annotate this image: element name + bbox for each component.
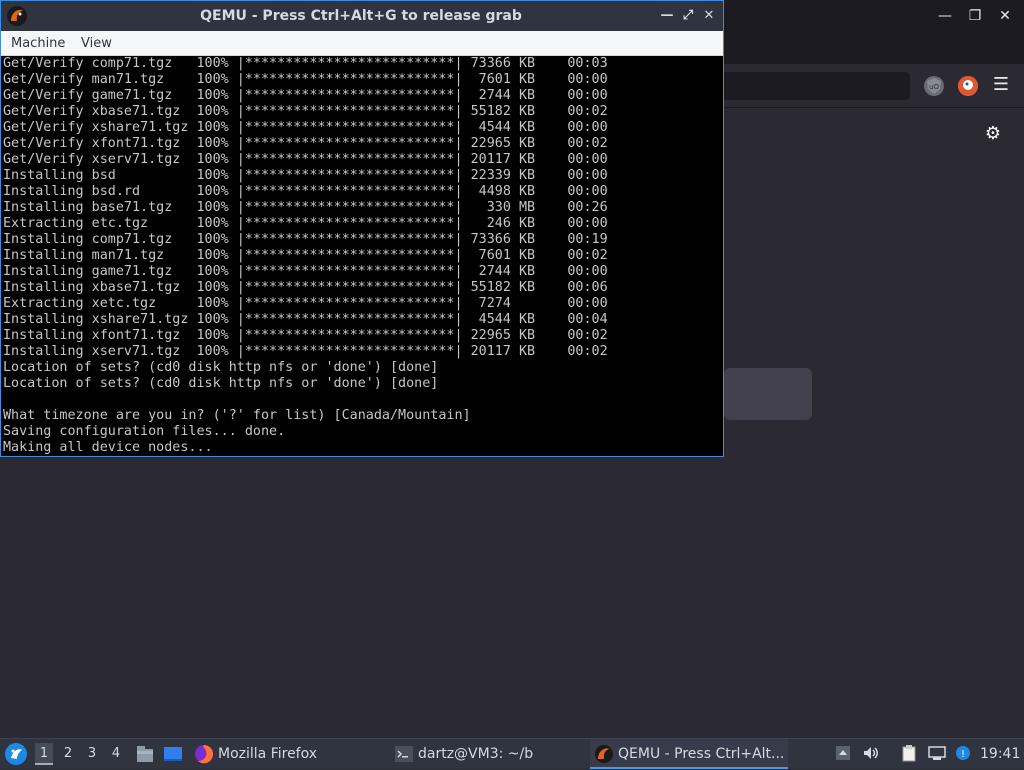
menu-machine[interactable]: Machine — [9, 31, 67, 56]
close-icon[interactable]: ✕ — [700, 6, 718, 26]
terminal-line: Installing xserv71.tgz 100% |***********… — [3, 344, 608, 359]
minimize-icon[interactable]: — — [935, 6, 955, 26]
terminal-line: Extracting xetc.tgz 100% |**************… — [3, 296, 608, 311]
ublock-icon[interactable]: uO — [924, 76, 944, 96]
qemu-icon — [594, 744, 614, 764]
workspace-4[interactable]: 4 — [107, 743, 125, 765]
terminal-output[interactable]: Get/Verify comp71.tgz 100% |************… — [3, 56, 721, 456]
workspace-1[interactable]: 1 — [35, 743, 53, 765]
terminal-line: Location of sets? (cd0 disk http nfs or … — [3, 360, 439, 375]
task-terminal[interactable]: dartz@VM3: ~/b — [390, 739, 580, 769]
update-notifier-icon[interactable]: ! — [954, 744, 972, 764]
terminal-line: Get/Verify xbase71.tgz 100% |***********… — [3, 104, 608, 119]
workspace-3[interactable]: 3 — [83, 743, 101, 765]
terminal-line: Making all device nodes... — [3, 440, 213, 455]
terminal-line: Get/Verify xshare71.tgz 100% |**********… — [3, 120, 608, 135]
network-icon[interactable] — [928, 744, 946, 764]
terminal-line: Get/Verify xserv71.tgz 100% |***********… — [3, 152, 608, 167]
terminal-line: Installing comp71.tgz 100% |************… — [3, 232, 608, 247]
terminal-line: Installing xshare71.tgz 100% |**********… — [3, 312, 608, 327]
terminal-line: Installing game71.tgz 100% |************… — [3, 264, 608, 279]
gear-icon[interactable]: ⚙ — [983, 124, 1003, 144]
start-menu-icon[interactable] — [4, 742, 28, 766]
task-label: Mozilla Firefox — [218, 746, 318, 762]
terminal-line: Saving configuration files... done. — [3, 424, 286, 439]
volume-icon[interactable] — [862, 744, 880, 764]
qemu-window: QEMU - Press Ctrl+Alt+G to release grab … — [0, 0, 724, 457]
close-icon[interactable]: ✕ — [995, 6, 1015, 26]
file-manager-icon[interactable] — [134, 743, 156, 765]
task-qemu[interactable]: QEMU - Press Ctrl+Alt... — [590, 739, 788, 769]
url-bar[interactable] — [700, 72, 910, 100]
task-firefox[interactable]: Mozilla Firefox — [190, 739, 380, 769]
terminal-line: Location of sets? (cd0 disk http nfs or … — [3, 376, 439, 391]
task-label: dartz@VM3: ~/b — [418, 746, 534, 762]
terminal-line: Installing bsd.rd 100% |****************… — [3, 184, 608, 199]
minimize-icon[interactable]: — — [658, 6, 676, 26]
terminal-line: Get/Verify man71.tgz 100% |*************… — [3, 72, 608, 87]
terminal-line: Installing xfont71.tgz 100% |***********… — [3, 328, 608, 343]
show-desktop-icon[interactable] — [162, 743, 184, 765]
taskbar: 1 2 3 4 Mozilla Firefox dartz@VM3: ~/b Q… — [0, 738, 1024, 769]
clipboard-icon[interactable] — [900, 744, 918, 764]
terminal-line: What timezone are you in? ('?' for list)… — [3, 408, 471, 423]
terminal-line: Get/Verify game71.tgz 100% |************… — [3, 88, 608, 103]
qemu-titlebar[interactable]: QEMU - Press Ctrl+Alt+G to release grab … — [1, 1, 723, 31]
svg-text:!: ! — [961, 749, 965, 760]
terminal-line: Installing man71.tgz 100% |*************… — [3, 248, 608, 263]
scroll-up-icon[interactable] — [834, 744, 852, 764]
terminal-line: Installing xbase71.tgz 100% |***********… — [3, 280, 608, 295]
hamburger-menu-icon[interactable]: ☰ — [992, 74, 1010, 96]
terminal-line: Get/Verify comp71.tgz 100% |************… — [3, 56, 608, 71]
menu-view[interactable]: View — [79, 31, 114, 56]
duckduckgo-icon[interactable] — [958, 76, 978, 96]
terminal-icon — [394, 744, 414, 764]
terminal-line: Installing base71.tgz 100% |************… — [3, 200, 608, 215]
maximize-icon[interactable]: ⤢ — [679, 6, 697, 26]
terminal-line: Get/Verify xfont71.tgz 100% |***********… — [3, 136, 608, 151]
svg-text:uO: uO — [929, 83, 939, 91]
window-title: QEMU - Press Ctrl+Alt+G to release grab — [200, 8, 522, 24]
firefox-icon — [194, 744, 214, 764]
terminal-line: Installing bsd 100% |*******************… — [3, 168, 608, 183]
firefox-content-card — [724, 368, 812, 420]
qemu-icon — [6, 5, 28, 27]
terminal-line: Extracting etc.tgz 100% |***************… — [3, 216, 608, 231]
qemu-menubar: Machine View — [1, 31, 723, 56]
workspace-2[interactable]: 2 — [59, 743, 77, 765]
task-label: QEMU - Press Ctrl+Alt... — [618, 746, 785, 762]
clock[interactable]: 19:41 — [980, 739, 1020, 769]
restore-icon[interactable]: ❐ — [965, 6, 985, 26]
